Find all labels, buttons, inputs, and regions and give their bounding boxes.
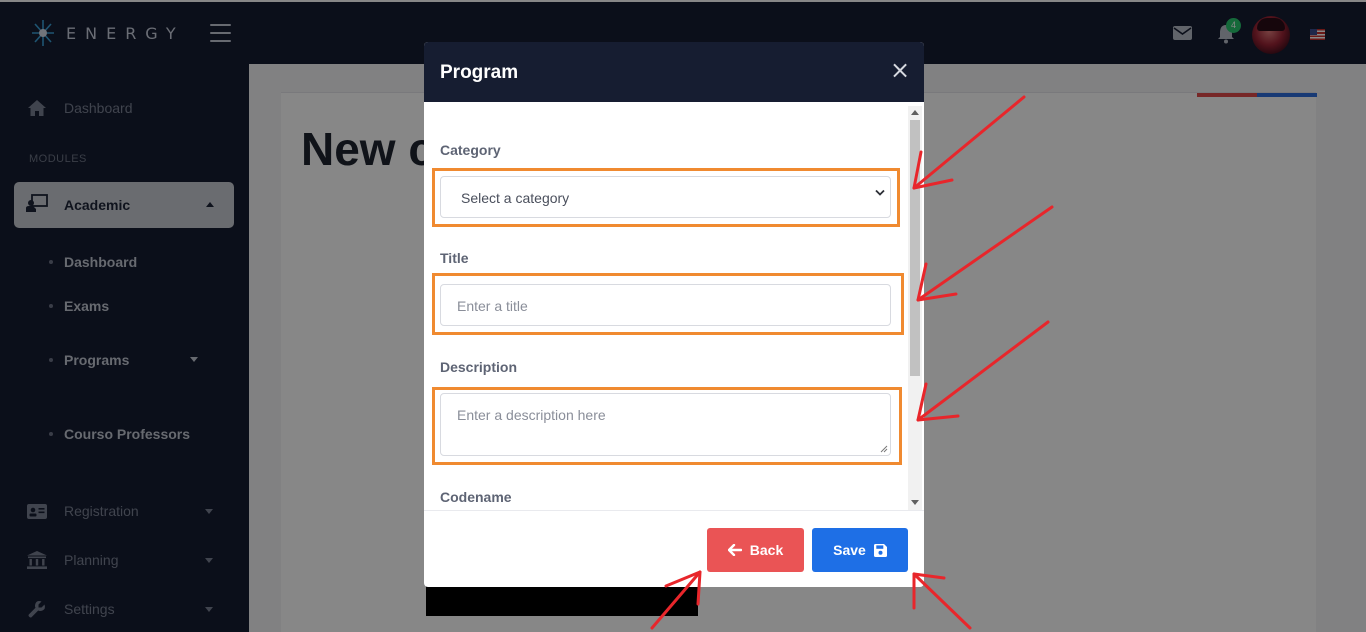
close-icon[interactable]: × (890, 58, 910, 82)
category-select[interactable]: Select a category (440, 176, 891, 218)
scroll-down-icon[interactable] (911, 500, 919, 505)
title-placeholder: Enter a title (457, 298, 528, 314)
category-select-value: Select a category (461, 190, 570, 206)
modal-header: Program × (424, 42, 924, 102)
back-button[interactable]: Back (707, 528, 804, 572)
modal-footer: Back Save (424, 510, 924, 587)
description-placeholder: Enter a description here (457, 407, 606, 423)
program-modal: Program × Category Select a category Tit… (424, 42, 924, 587)
modal-title: Program (440, 62, 519, 83)
description-label: Description (440, 359, 518, 375)
codename-label: Codename (440, 489, 512, 505)
modal-scrollbar[interactable] (908, 106, 922, 510)
title-label: Title (440, 250, 469, 266)
hidden-element (426, 584, 698, 616)
back-button-label: Back (749, 542, 784, 558)
title-input[interactable]: Enter a title (440, 284, 891, 326)
arrow-left-icon (727, 544, 742, 556)
chevron-down-icon (875, 189, 885, 196)
category-label: Category (440, 142, 501, 158)
save-button-label: Save (833, 542, 866, 558)
scroll-up-icon[interactable] (911, 110, 919, 115)
description-textarea[interactable]: Enter a description here (440, 393, 891, 456)
save-button[interactable]: Save (812, 528, 908, 572)
floppy-disk-icon (873, 543, 887, 557)
resize-grip-icon[interactable] (880, 445, 888, 453)
scrollbar-thumb[interactable] (910, 120, 920, 376)
modal-body: Category Select a category Title Enter a… (424, 102, 924, 510)
